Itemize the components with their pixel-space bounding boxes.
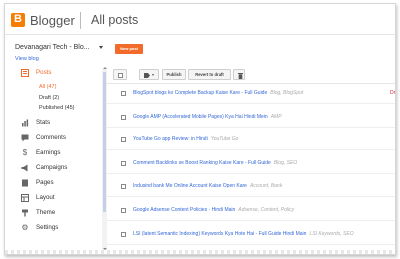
page-title: All posts — [91, 13, 139, 27]
sidebar-item-label: Settings — [36, 224, 59, 231]
post-labels[interactable]: LSI Keywords, SEO — [309, 231, 353, 237]
row-checkbox[interactable] — [121, 137, 126, 142]
publish-button[interactable]: Publish — [162, 69, 186, 80]
sidebar-item-label: Posts — [36, 69, 52, 76]
table-row[interactable]: YouTube Go app Review: in Hindi YouTube G… — [106, 130, 395, 150]
sidebar-item-theme[interactable]: Theme — [5, 206, 102, 221]
post-title-link[interactable]: YouTube Go app Review: in Hindi — [133, 136, 208, 142]
post-title-link[interactable]: Comment Backlinks se Boost Ranking Kaise… — [133, 160, 271, 166]
sidebar-item-label: Pages — [36, 179, 54, 186]
sidebar-item-label: Comments — [36, 134, 66, 141]
row-checkbox[interactable] — [121, 91, 126, 96]
screenshot-frame: Blogger All posts Devanagari Tech - Blo.… — [4, 3, 396, 255]
page-icon — [21, 179, 29, 187]
sidebar-item-label: Earnings — [36, 149, 61, 156]
posts-icon — [21, 69, 29, 77]
trash-icon — [237, 72, 243, 79]
table-row[interactable]: Indusind bank Me Online Account Kaise Op… — [106, 177, 395, 197]
comment-icon — [21, 134, 29, 142]
sidebar-item-comments[interactable]: Comments — [5, 131, 102, 146]
dollar-icon: $ — [22, 148, 28, 157]
sidebar-item-label: Theme — [36, 209, 56, 216]
post-title-link[interactable]: Google Adsense Content Policies - Hindi … — [133, 207, 235, 213]
sidebar-item-campaigns[interactable]: Campaigns — [5, 161, 102, 176]
scroll-up-icon[interactable] — [103, 67, 107, 69]
header-divider — [80, 12, 81, 29]
scroll-down-icon[interactable] — [103, 248, 107, 250]
chevron-down-icon[interactable] — [99, 46, 103, 49]
row-checkbox[interactable] — [121, 232, 126, 237]
label-button[interactable] — [139, 69, 159, 80]
content-scrollbar[interactable] — [395, 66, 396, 251]
post-title-link[interactable]: Google AMP (Accelerated Mobile Pages) Ky… — [133, 114, 268, 120]
blogger-logo-icon[interactable] — [11, 13, 25, 27]
post-labels[interactable]: Blog, SEO — [274, 160, 297, 166]
post-title-link[interactable]: Indusind bank Me Online Account Kaise Op… — [133, 183, 247, 189]
post-labels[interactable]: YouTube Go — [211, 136, 239, 142]
megaphone-icon — [21, 164, 29, 172]
row-checkbox[interactable] — [121, 115, 126, 120]
sidebar-item-layout[interactable]: Layout — [5, 191, 102, 206]
sidebar-item-label: Campaigns — [36, 164, 68, 171]
sidebar-item-earnings[interactable]: $ Earnings — [5, 146, 102, 161]
post-labels[interactable]: Blog, BlogSpot — [270, 90, 303, 96]
view-blog-link[interactable]: View blog — [15, 56, 39, 62]
post-labels[interactable]: Account, Bank — [250, 183, 282, 189]
app-name: Blogger — [30, 13, 75, 28]
post-toolbar: Publish Revert to draft — [113, 68, 395, 82]
app-header: Blogger All posts — [5, 4, 395, 35]
label-icon — [144, 73, 150, 78]
sidebar-item-pages[interactable]: Pages — [5, 176, 102, 191]
sidebar-subitem-published[interactable]: Published (45) — [39, 105, 74, 111]
post-labels[interactable]: AMP — [271, 114, 282, 120]
paintbrush-icon — [21, 209, 29, 217]
select-all-dropdown[interactable] — [113, 69, 127, 80]
post-title-link[interactable]: LSI (latent Semantic Indexing) Keywords … — [133, 231, 306, 237]
blog-selector[interactable]: Devanagari Tech - Blo... — [15, 44, 90, 51]
sidebar-item-posts[interactable]: Posts — [5, 66, 102, 81]
sidebar-subitem-draft[interactable]: Draft (2) — [39, 95, 59, 101]
post-title-link[interactable]: BlogSpot blogs ko Complete Backup Kaise … — [133, 90, 267, 96]
gear-icon: ⚙ — [21, 223, 29, 232]
select-all-checkbox[interactable] — [118, 73, 123, 78]
post-labels[interactable]: Adsense, Content, Policy — [238, 207, 294, 213]
row-checkbox[interactable] — [121, 161, 126, 166]
layout-icon — [21, 194, 29, 202]
table-row[interactable]: Google Adsense Content Policies - Hindi … — [106, 201, 395, 221]
sidebar-subitem-all[interactable]: All (47) — [39, 84, 56, 90]
table-row[interactable]: Google AMP (Accelerated Mobile Pages) Ky… — [106, 108, 395, 128]
row-checkbox[interactable] — [121, 208, 126, 213]
delete-button[interactable] — [233, 69, 245, 80]
table-row[interactable]: BlogSpot blogs ko Complete Backup Kaise … — [106, 84, 395, 104]
chevron-down-icon — [152, 74, 154, 76]
sidebar-item-stats[interactable]: Stats — [5, 116, 102, 131]
sidebar-item-settings[interactable]: ⚙ Settings — [5, 221, 102, 236]
row-checkbox[interactable] — [121, 184, 126, 189]
table-row[interactable]: Comment Backlinks se Boost Ranking Kaise… — [106, 154, 395, 174]
stats-icon — [21, 119, 29, 127]
table-row[interactable]: LSI (latent Semantic Indexing) Keywords … — [106, 225, 395, 245]
sidebar-item-label: Layout — [36, 194, 55, 201]
revert-to-draft-button[interactable]: Revert to draft — [188, 69, 231, 80]
sidebar-item-label: Stats — [36, 119, 51, 126]
new-post-button[interactable]: New post — [115, 44, 143, 54]
